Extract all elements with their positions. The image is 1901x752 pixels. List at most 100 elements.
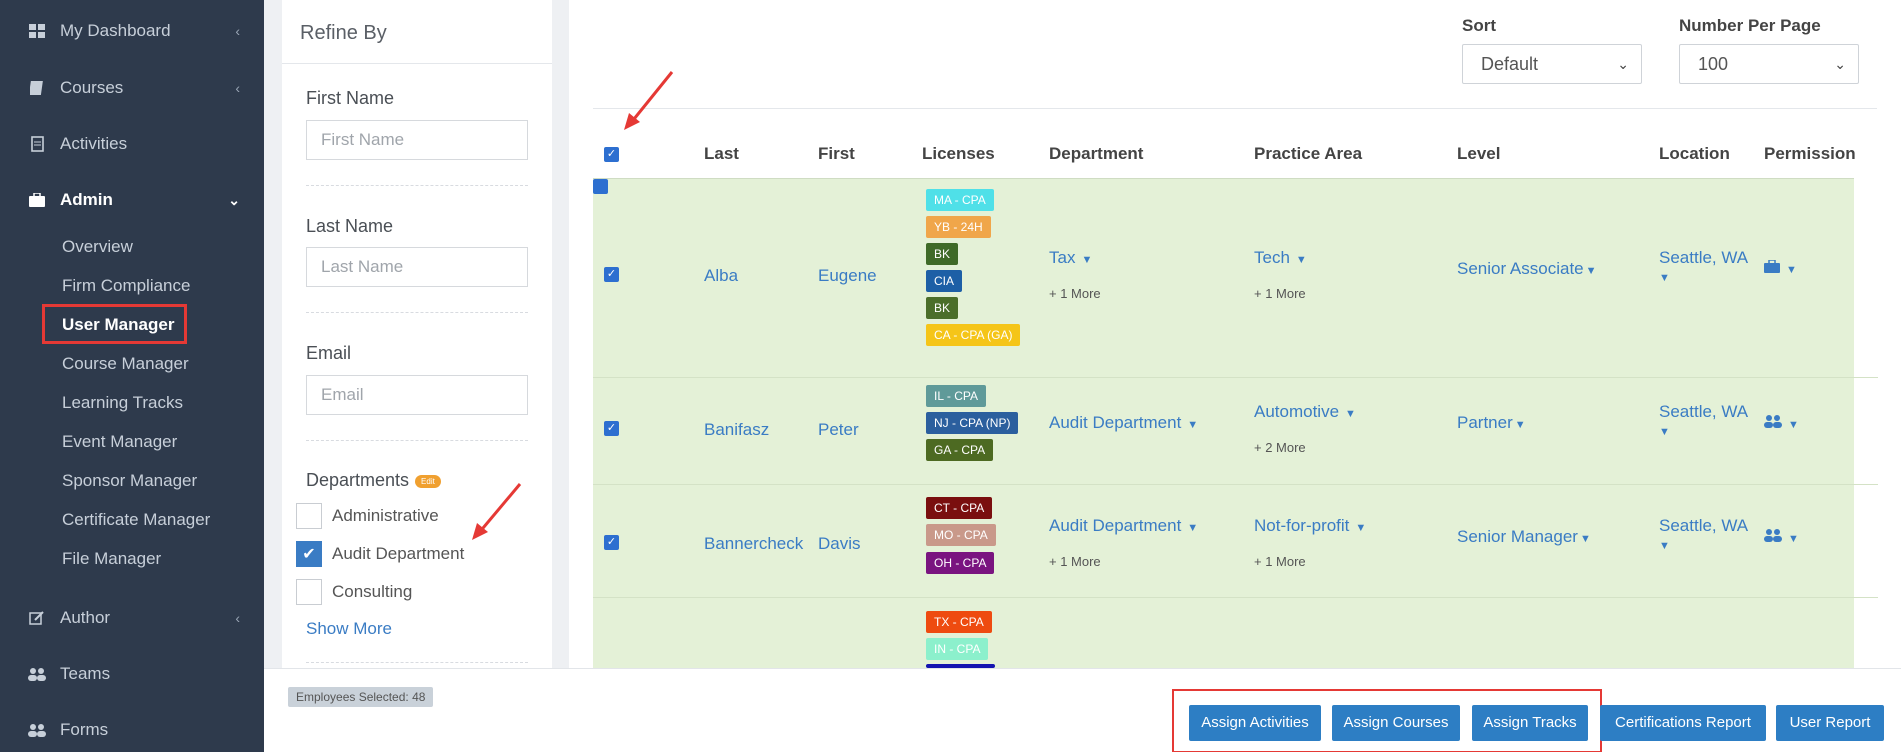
user-report-button[interactable]: User Report	[1776, 705, 1884, 741]
nav-my-dashboard[interactable]: My Dashboard ‹	[0, 6, 264, 56]
license-badge: CIA	[926, 270, 963, 292]
practice-more[interactable]: + 1 More	[1254, 286, 1306, 301]
row-divider	[593, 484, 1878, 485]
practice-dropdown[interactable]: Tech ▼	[1254, 248, 1307, 268]
level-dropdown[interactable]: Senior Associate ▼	[1457, 259, 1597, 279]
header-location[interactable]: Location	[1659, 144, 1730, 164]
first-name-input[interactable]: First Name	[306, 120, 528, 160]
sort-select[interactable]: Default ⌄	[1462, 44, 1642, 84]
caret-down-icon: ▼	[1514, 419, 1526, 431]
sub-file-manager[interactable]: File Manager	[62, 546, 161, 572]
row-checkbox[interactable]: ✓	[604, 535, 619, 550]
sub-sponsor-manager[interactable]: Sponsor Manager	[62, 468, 197, 494]
show-more-link[interactable]: Show More	[306, 619, 392, 639]
assign-activities-button[interactable]: Assign Activities	[1189, 705, 1321, 741]
caret-down-icon[interactable]: ▼	[1659, 272, 1670, 284]
nav-label: My Dashboard	[60, 21, 171, 40]
sub-certificate-manager[interactable]: Certificate Manager	[62, 507, 210, 533]
permission-dropdown[interactable]: ▼	[1764, 528, 1799, 546]
permission-dropdown[interactable]: ▼	[1764, 259, 1797, 277]
practice-more[interactable]: + 2 More	[1254, 440, 1306, 455]
practice-more[interactable]: + 1 More	[1254, 554, 1306, 569]
book-icon	[28, 80, 46, 96]
assign-courses-button[interactable]: Assign Courses	[1332, 705, 1460, 741]
document-icon	[28, 136, 46, 152]
row-divider	[593, 597, 1878, 598]
header-level[interactable]: Level	[1457, 144, 1500, 164]
employees-selected-badge: Employees Selected: 48	[288, 687, 434, 707]
nav-author[interactable]: Author ‹	[0, 593, 264, 643]
location-value: Seattle, WA	[1659, 516, 1749, 535]
checkbox-checked[interactable]: ✔	[296, 541, 322, 567]
department-more[interactable]: + 1 More	[1049, 554, 1101, 569]
permission-dropdown[interactable]: ▼	[1764, 414, 1799, 432]
license-badge: CA - CPA (GA)	[926, 324, 1021, 346]
caret-down-icon: ▼	[1355, 522, 1367, 534]
divider	[593, 108, 1877, 109]
caret-down-icon[interactable]: ▼	[1659, 540, 1670, 552]
caret-down-icon: ▼	[1786, 264, 1797, 276]
sub-event-manager[interactable]: Event Manager	[62, 429, 177, 455]
caret-down-icon: ▼	[1585, 265, 1597, 277]
nav-label: Author	[60, 608, 111, 627]
level-dropdown[interactable]: Partner ▼	[1457, 413, 1526, 433]
location-dropdown[interactable]: Seattle, WA	[1659, 248, 1748, 268]
cell-first[interactable]: Davis	[818, 534, 861, 554]
sub-course-manager[interactable]: Course Manager	[62, 351, 189, 377]
certifications-report-button[interactable]: Certifications Report	[1600, 705, 1766, 741]
select-all-checkbox[interactable]: ✓	[604, 147, 619, 162]
header-last[interactable]: Last	[704, 144, 739, 164]
practice-dropdown[interactable]: Automotive ▼	[1254, 402, 1356, 422]
row-checkbox[interactable]: ✓	[604, 421, 619, 436]
nav-teams[interactable]: Teams	[0, 649, 264, 699]
location-dropdown[interactable]: Seattle, WA	[1659, 516, 1748, 536]
edit-icon	[28, 610, 46, 626]
sub-learning-tracks[interactable]: Learning Tracks	[62, 390, 183, 416]
edit-badge[interactable]: Edit	[415, 474, 441, 488]
assign-tracks-button[interactable]: Assign Tracks	[1472, 705, 1588, 741]
license-badge: MO - CPA	[926, 524, 996, 546]
sub-firm-compliance[interactable]: Firm Compliance	[62, 273, 190, 299]
department-dropdown[interactable]: Tax ▼	[1049, 248, 1092, 268]
nav-activities[interactable]: Activities	[0, 119, 264, 169]
department-option-consulting[interactable]: Consulting	[296, 579, 412, 605]
highlight-user-manager	[42, 304, 187, 344]
practice-dropdown[interactable]: Not-for-profit ▼	[1254, 516, 1366, 536]
cell-last[interactable]: Banifasz	[704, 420, 769, 440]
row-checkbox[interactable]	[593, 179, 608, 194]
cell-first[interactable]: Eugene	[818, 266, 877, 286]
refine-title: Refine By	[300, 22, 387, 44]
checkbox[interactable]	[296, 579, 322, 605]
nav-courses[interactable]: Courses ‹	[0, 63, 264, 113]
caret-down-icon: ▼	[1295, 254, 1307, 266]
department-value: Audit Department	[1049, 516, 1182, 535]
license-badge: IN - CPA	[926, 638, 989, 660]
department-dropdown[interactable]: Audit Department ▼	[1049, 413, 1198, 433]
department-option-administrative[interactable]: Administrative	[296, 503, 439, 529]
header-first[interactable]: First	[818, 144, 855, 164]
divider	[306, 662, 528, 663]
per-page-select[interactable]: 100 ⌄	[1679, 44, 1859, 84]
nav-admin[interactable]: Admin ⌄	[0, 175, 264, 225]
caret-down-icon[interactable]: ▼	[1659, 426, 1670, 438]
location-dropdown[interactable]: Seattle, WA	[1659, 402, 1748, 422]
department-more[interactable]: + 1 More	[1049, 286, 1101, 301]
email-input[interactable]: Email	[306, 375, 528, 415]
header-practice-area[interactable]: Practice Area	[1254, 144, 1362, 164]
chevron-left-icon: ‹	[235, 23, 240, 39]
department-option-audit[interactable]: ✔ Audit Department	[296, 541, 464, 567]
checkbox[interactable]	[296, 503, 322, 529]
header-department[interactable]: Department	[1049, 144, 1143, 164]
sort-label: Sort	[1462, 16, 1496, 35]
sub-overview[interactable]: Overview	[62, 234, 133, 260]
cell-first[interactable]: Peter	[818, 420, 859, 440]
row-checkbox[interactable]: ✓	[604, 267, 619, 282]
cell-last[interactable]: Alba	[704, 266, 738, 286]
nav-label: Courses	[60, 78, 124, 97]
nav-forms[interactable]: Forms	[0, 705, 264, 752]
cell-last[interactable]: Bannercheck	[704, 534, 803, 554]
level-value: Senior Associate	[1457, 259, 1584, 278]
department-dropdown[interactable]: Audit Department ▼	[1049, 516, 1198, 536]
last-name-input[interactable]: Last Name	[306, 247, 528, 287]
level-dropdown[interactable]: Senior Manager ▼	[1457, 527, 1591, 547]
